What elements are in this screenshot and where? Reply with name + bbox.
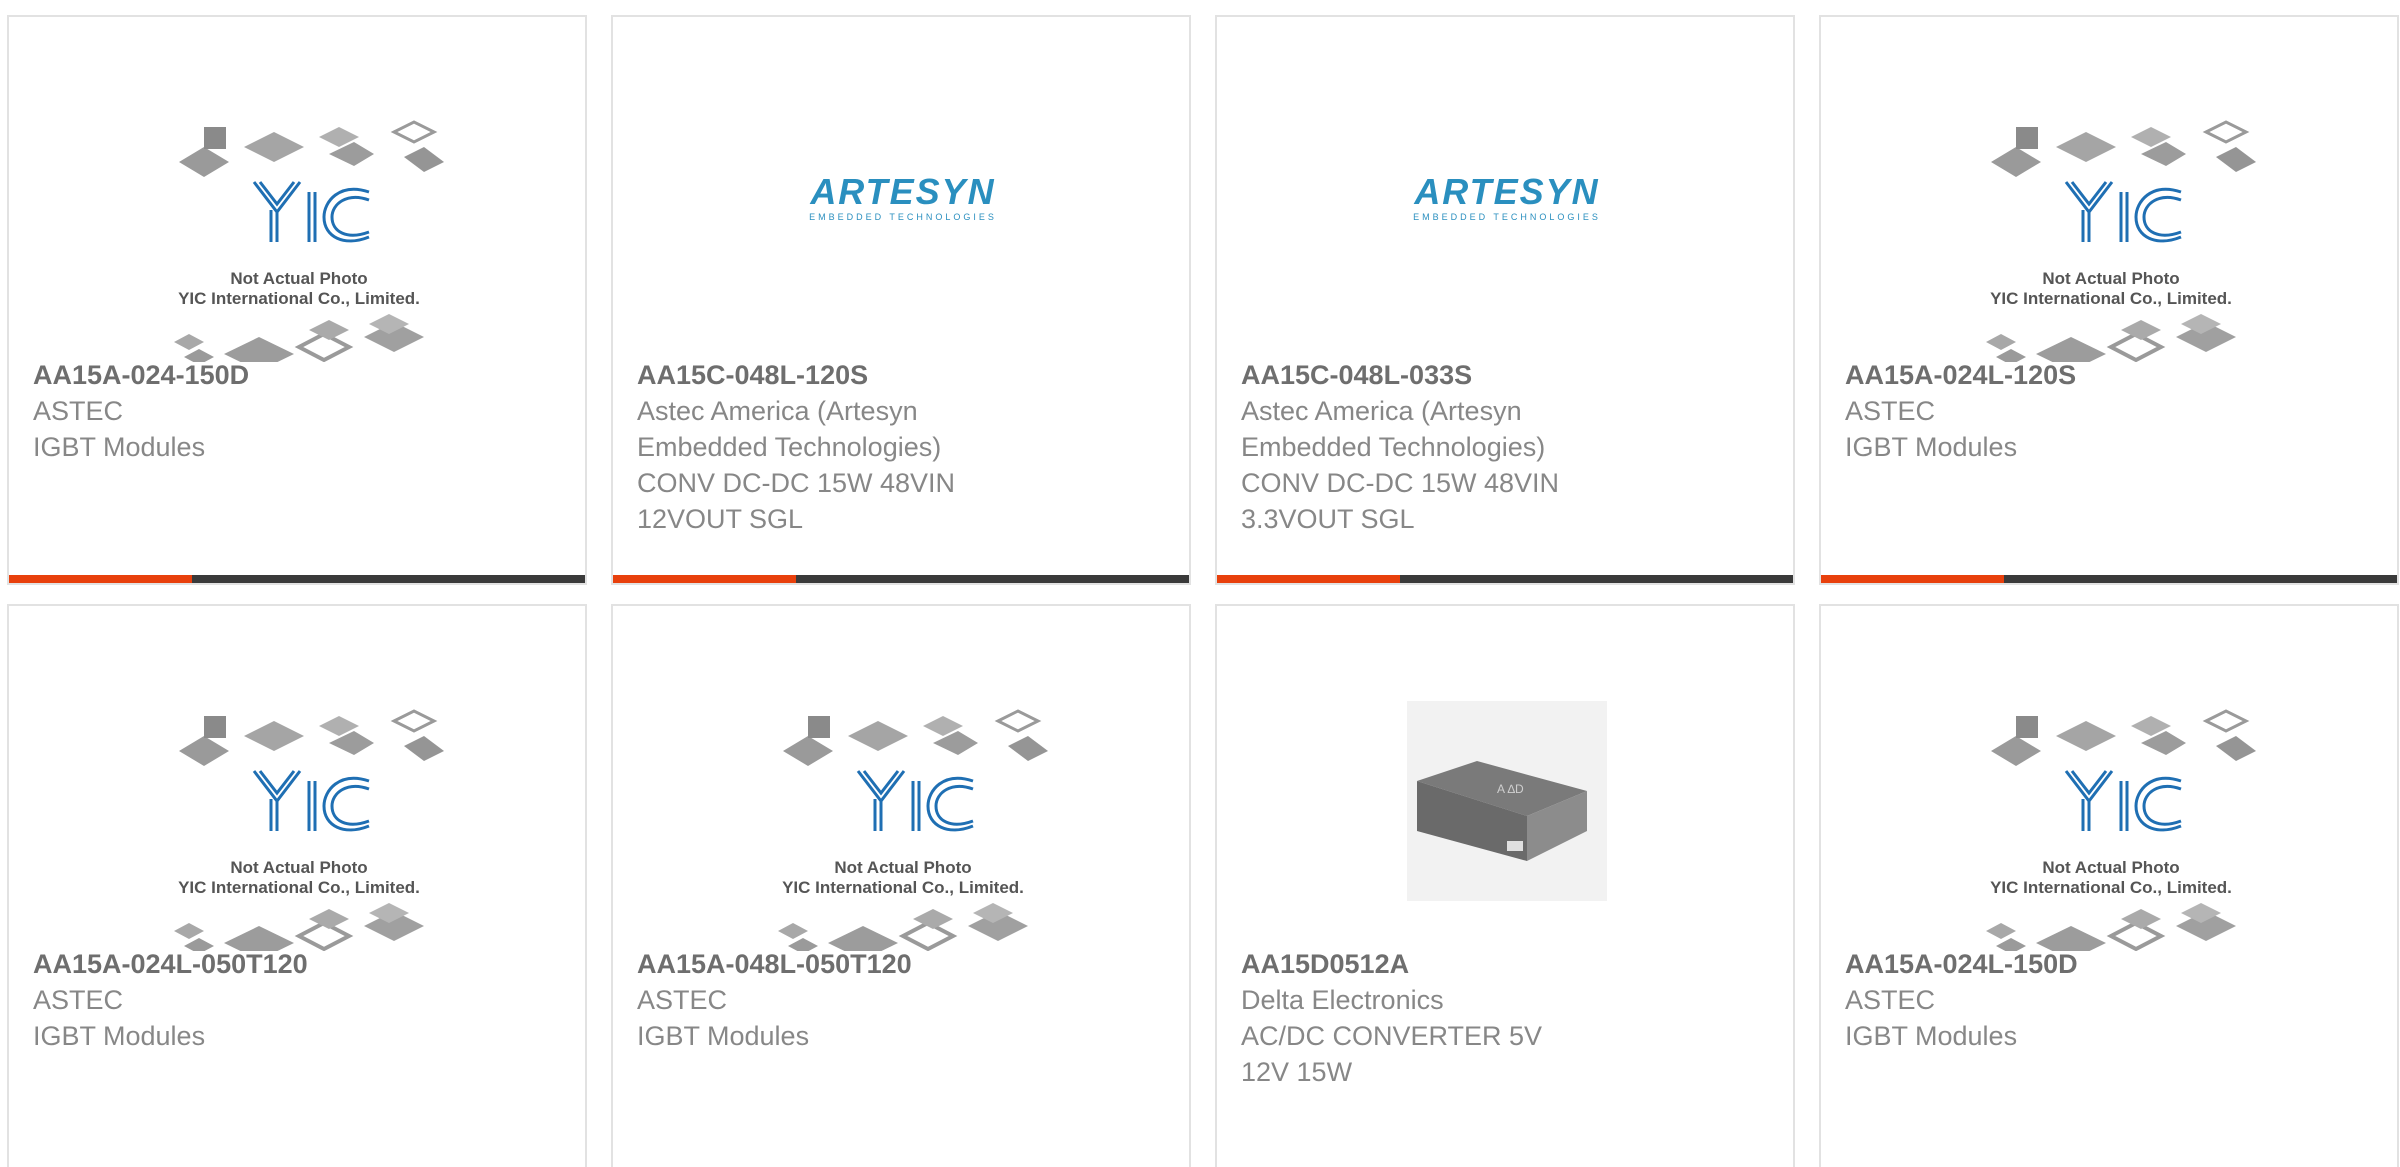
manufacturer: ASTEC xyxy=(1845,985,1936,1015)
manufacturer: Delta Electronics xyxy=(1241,985,1444,1015)
part-number-link[interactable]: AA15A-024L-050T120 xyxy=(33,946,561,982)
part-number-link[interactable]: AA15D0512A xyxy=(1241,946,1769,982)
part-number-link[interactable]: AA15C-048L-120S xyxy=(637,357,1165,393)
card-bottom-bar xyxy=(9,575,585,583)
yic-placeholder-image: Not Actual Photo YIC International Co., … xyxy=(1821,681,2397,951)
product-grid: Not Actual Photo YIC International Co., … xyxy=(0,0,2400,1167)
description: CONV DC-DC 15W 48VIN 3.3VOUT SGL xyxy=(1241,468,1560,534)
description: IGBT Modules xyxy=(1845,432,2018,462)
description: IGBT Modules xyxy=(637,1021,810,1051)
yic-placeholder-image: Not Actual Photo YIC International Co., … xyxy=(613,681,1189,951)
product-card[interactable]: ARTESYN EMBEDDED TECHNOLOGIES AA15C-048L… xyxy=(1215,15,1795,585)
description: IGBT Modules xyxy=(33,432,206,462)
product-card[interactable]: Not Actual Photo YIC International Co., … xyxy=(7,604,587,1167)
svg-text:ARTESYN: ARTESYN xyxy=(1413,171,1599,212)
part-number-link[interactable]: AA15A-024-150D xyxy=(33,357,561,393)
product-info: AA15A-024L-120S ASTEC IGBT Modules xyxy=(1845,357,2373,465)
svg-text:Not Actual Photo: Not Actual Photo xyxy=(2042,858,2179,877)
manufacturer: ASTEC xyxy=(1845,396,1936,426)
svg-text:YIC International Co., Limited: YIC International Co., Limited. xyxy=(782,878,1024,897)
svg-text:EMBEDDED TECHNOLOGIES: EMBEDDED TECHNOLOGIES xyxy=(1413,212,1601,222)
svg-text:YIC International Co., Limited: YIC International Co., Limited. xyxy=(178,289,420,308)
svg-text:Not Actual Photo: Not Actual Photo xyxy=(834,858,971,877)
svg-text:EMBEDDED TECHNOLOGIES: EMBEDDED TECHNOLOGIES xyxy=(809,212,997,222)
product-info: AA15A-024-150D ASTEC IGBT Modules xyxy=(33,357,561,465)
manufacturer: ASTEC xyxy=(33,985,124,1015)
yic-placeholder-image: Not Actual Photo YIC International Co., … xyxy=(1821,92,2397,362)
manufacturer: ASTEC xyxy=(33,396,124,426)
svg-text:Not Actual Photo: Not Actual Photo xyxy=(230,269,367,288)
product-info: AA15C-048L-120S Astec America (Artesyn E… xyxy=(637,357,1165,537)
svg-text:YIC International Co., Limited: YIC International Co., Limited. xyxy=(178,878,420,897)
svg-text:YIC International Co., Limited: YIC International Co., Limited. xyxy=(1990,289,2232,308)
product-card[interactable]: Not Actual Photo YIC International Co., … xyxy=(1819,604,2399,1167)
product-card[interactable]: AA15D0512A Delta Electronics AC/DC CONVE… xyxy=(1215,604,1795,1167)
manufacturer: Astec America (Artesyn Embedded Technolo… xyxy=(637,396,942,462)
product-info: AA15C-048L-033S Astec America (Artesyn E… xyxy=(1241,357,1769,537)
yic-placeholder-image: Not Actual Photo YIC International Co., … xyxy=(9,92,585,362)
manufacturer: Astec America (Artesyn Embedded Technolo… xyxy=(1241,396,1546,462)
card-bottom-bar xyxy=(1821,575,2397,583)
product-info: AA15D0512A Delta Electronics AC/DC CONVE… xyxy=(1241,946,1769,1090)
product-info: AA15A-024L-150D ASTEC IGBT Modules xyxy=(1845,946,2373,1054)
card-accent xyxy=(613,575,796,583)
product-info: AA15A-024L-050T120 ASTEC IGBT Modules xyxy=(33,946,561,1054)
card-bottom-bar xyxy=(613,575,1189,583)
part-number-link[interactable]: AA15A-048L-050T120 xyxy=(637,946,1165,982)
card-bottom-bar xyxy=(1217,575,1793,583)
svg-text:Not Actual Photo: Not Actual Photo xyxy=(2042,269,2179,288)
description: CONV DC-DC 15W 48VIN 12VOUT SGL xyxy=(637,468,956,534)
card-accent xyxy=(1821,575,2004,583)
converter-module-photo xyxy=(1217,681,1793,951)
description: IGBT Modules xyxy=(33,1021,206,1051)
part-number-link[interactable]: AA15A-024L-120S xyxy=(1845,357,2373,393)
manufacturer: ASTEC xyxy=(637,985,728,1015)
part-number-link[interactable]: AA15A-024L-150D xyxy=(1845,946,2373,982)
description: AC/DC CONVERTER 5V 12V 15W xyxy=(1241,1021,1543,1087)
description: IGBT Modules xyxy=(1845,1021,2018,1051)
product-card[interactable]: Not Actual Photo YIC International Co., … xyxy=(7,15,587,585)
artesyn-logo-image: ARTESYN EMBEDDED TECHNOLOGIES xyxy=(1217,92,1793,362)
product-card[interactable]: Not Actual Photo YIC International Co., … xyxy=(611,604,1191,1167)
yic-placeholder-image: Not Actual Photo YIC International Co., … xyxy=(9,681,585,951)
product-card[interactable]: ARTESYN EMBEDDED TECHNOLOGIES AA15C-048L… xyxy=(611,15,1191,585)
card-accent xyxy=(1217,575,1400,583)
card-accent xyxy=(9,575,192,583)
svg-text:ARTESYN: ARTESYN xyxy=(809,171,995,212)
product-card[interactable]: Not Actual Photo YIC International Co., … xyxy=(1819,15,2399,585)
svg-text:YIC International Co., Limited: YIC International Co., Limited. xyxy=(1990,878,2232,897)
part-number-link[interactable]: AA15C-048L-033S xyxy=(1241,357,1769,393)
svg-text:Not Actual Photo: Not Actual Photo xyxy=(230,858,367,877)
artesyn-logo-image: ARTESYN EMBEDDED TECHNOLOGIES xyxy=(613,92,1189,362)
product-info: AA15A-048L-050T120 ASTEC IGBT Modules xyxy=(637,946,1165,1054)
